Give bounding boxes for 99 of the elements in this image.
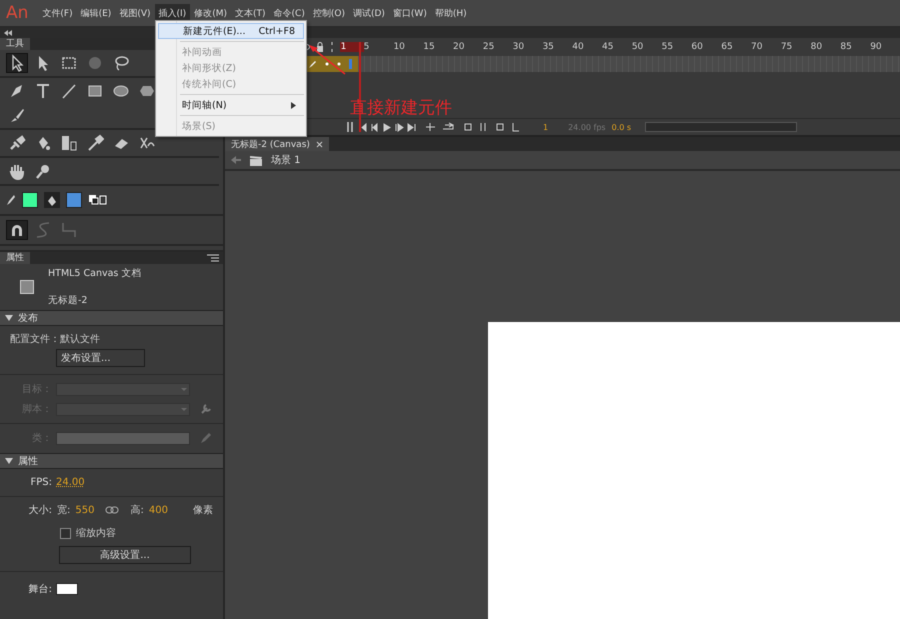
publish-settings-button[interactable]: 发布设置...: [56, 349, 145, 367]
stage-color-swatch[interactable]: [56, 583, 78, 595]
menu-item[interactable]: 修改(M): [190, 4, 231, 22]
current-frame: 1: [543, 122, 548, 132]
link-icon[interactable]: [105, 506, 120, 514]
menu-item[interactable]: 编辑(E): [76, 4, 116, 22]
menu-item[interactable]: 控制(O): [308, 4, 349, 22]
tool-button[interactable]: [6, 53, 28, 73]
menu-item[interactable]: 窗口(W): [388, 4, 431, 22]
section-header[interactable]: 发布: [0, 310, 223, 326]
text-icon: [34, 82, 52, 100]
checkbox[interactable]: [60, 528, 71, 538]
menu-item[interactable]: 命令(C): [270, 4, 309, 22]
fps-label: FPS:: [30, 477, 52, 488]
frame-number: 30: [512, 42, 526, 52]
pause-icon[interactable]: [347, 122, 353, 132]
frame-number: 75: [780, 42, 794, 52]
menu-item[interactable]: 插入(I): [154, 4, 190, 22]
frame-number: 15: [423, 42, 436, 52]
smooth-icon: [34, 221, 52, 239]
frame-number: 45: [602, 42, 614, 52]
panel-tab[interactable]: 工具: [0, 38, 30, 50]
color-swatch[interactable]: [66, 192, 82, 208]
bucket-icon: [44, 192, 60, 208]
dot-icon: [325, 62, 329, 66]
checkbox-label: 缩放内容: [76, 526, 116, 540]
menu-icon[interactable]: [207, 253, 219, 263]
submenu-arrow-icon: [291, 102, 296, 108]
line-icon: [60, 82, 78, 100]
expand-icon: [5, 458, 13, 464]
zoom-icon: [34, 162, 52, 180]
frame-number: 35: [542, 42, 555, 52]
layer-color-icon: [349, 59, 352, 69]
width-label: 宽:: [57, 504, 70, 517]
stage-label: 舞台:: [28, 582, 52, 596]
bone-icon: [8, 134, 26, 152]
menu-item[interactable]: 帮助(H): [430, 4, 471, 22]
menu-item[interactable]: 文件(F): [38, 4, 77, 22]
lock-icon[interactable]: [316, 42, 324, 52]
frame-number: 80: [810, 42, 824, 52]
menu-item[interactable]: 视图(V): [115, 4, 155, 22]
swap-colors-icon[interactable]: [88, 194, 108, 206]
frame-number: 55: [662, 42, 674, 52]
app-logo: An: [5, 3, 30, 23]
section-title: 属性: [18, 454, 38, 468]
dot-icon: [337, 62, 341, 66]
document-type: HTML5 Canvas 文档: [48, 267, 142, 280]
document-name: 无标题-2: [48, 294, 88, 307]
section-header[interactable]: 属性: [0, 453, 223, 469]
outline-icon[interactable]: [330, 42, 334, 52]
wrench-icon[interactable]: [200, 403, 212, 415]
profile-label: 配置文件：: [10, 332, 60, 346]
frame-number: 70: [751, 42, 764, 52]
profile-value: 默认文件: [60, 332, 100, 346]
pencil-icon: [309, 60, 317, 68]
height-label: 高:: [130, 504, 144, 517]
frame-number: 60: [691, 42, 704, 52]
section-title: 发布: [18, 312, 38, 325]
fps-value[interactable]: 24.00: [56, 477, 85, 488]
frame-number: 10: [393, 42, 406, 52]
panel-tab[interactable]: 属性: [0, 252, 30, 264]
scrollbar[interactable]: [645, 122, 798, 132]
clapperboard-icon: [249, 154, 263, 166]
height-value[interactable]: 400: [148, 504, 168, 516]
menu-item[interactable]: 文本(T): [231, 4, 270, 22]
document-tab-title: 无标题-2 (Canvas): [231, 138, 310, 150]
frame-number: 85: [840, 42, 853, 52]
frame-number: 5: [364, 42, 370, 52]
ink-icon: [60, 134, 78, 152]
menu-item[interactable]: 时间轴(N): [158, 97, 304, 113]
frame-rate: 24.00 fps: [568, 122, 606, 132]
size-label: 大小:: [28, 504, 52, 517]
menu-item[interactable]: 调试(D): [348, 4, 389, 22]
annotation-arrow: [308, 44, 348, 76]
expand-icon: [5, 315, 13, 321]
scene-name: 场景 1: [271, 154, 301, 167]
eyedropper-icon: [86, 134, 104, 152]
frame-number: 1: [340, 42, 364, 52]
frame-number: 25: [482, 42, 496, 52]
frame-number: 90: [870, 42, 883, 52]
advanced-settings-button[interactable]: 高级设置...: [59, 546, 191, 564]
frame-number: 40: [572, 42, 585, 52]
document-icon: [20, 280, 34, 294]
hand-icon: [8, 162, 26, 180]
option-button[interactable]: [6, 220, 28, 240]
elapsed-time: 0.0 s: [612, 122, 632, 132]
document-tab[interactable]: 无标题-2 (Canvas): [225, 137, 329, 151]
straighten-icon: [60, 221, 78, 239]
close-icon[interactable]: [316, 140, 323, 148]
frame-number: 50: [632, 42, 644, 52]
unit-label: 像素: [193, 504, 214, 517]
collapse-icon[interactable]: [4, 30, 12, 36]
frame-number: 20: [453, 42, 466, 52]
frame-number: 65: [721, 42, 734, 52]
width-value[interactable]: 550: [75, 504, 94, 516]
pencil-icon: [6, 194, 16, 206]
menu-item[interactable]: 新建元件(E)... Ctrl+F8: [158, 23, 304, 39]
class-field[interactable]: [56, 432, 190, 444]
color-swatch[interactable]: [22, 192, 38, 208]
